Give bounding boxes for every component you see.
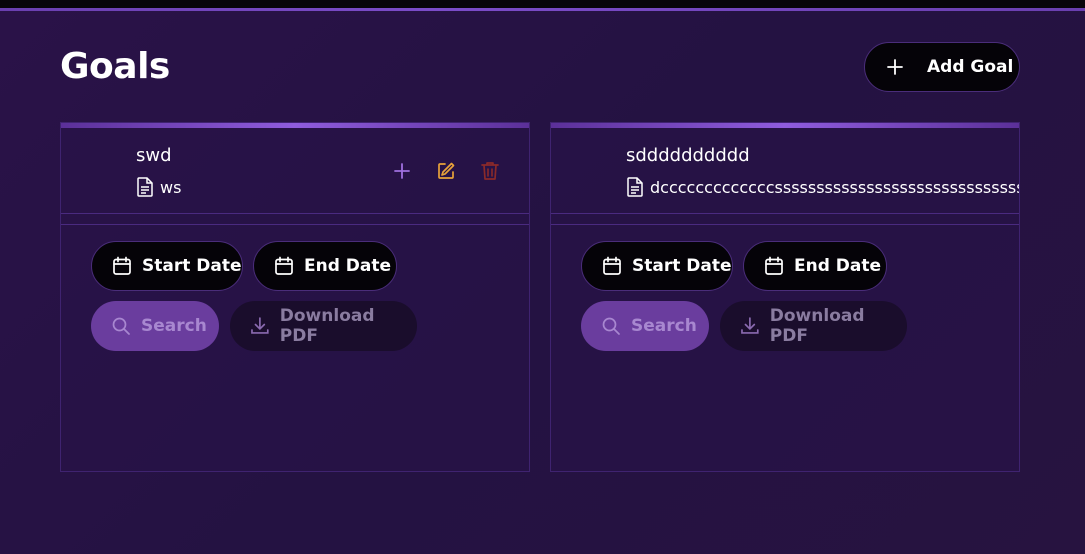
delete-goal-button[interactable]: [477, 158, 503, 184]
calendar-icon: [603, 256, 621, 275]
card-accent-bar: [551, 123, 1019, 128]
goal-description: ws: [136, 177, 181, 197]
goal-description-text: ws: [160, 177, 182, 197]
download-pdf-button[interactable]: Download PDF: [230, 301, 417, 351]
calendar-icon: [275, 256, 293, 275]
start-date-label: Start Date: [632, 256, 732, 276]
start-date-button[interactable]: Start Date: [581, 241, 733, 291]
search-icon: [112, 317, 130, 335]
goal-actions: [389, 158, 503, 184]
search-label: Search: [141, 316, 207, 336]
start-date-button[interactable]: Start Date: [91, 241, 243, 291]
search-label: Search: [631, 316, 697, 336]
divider: [551, 213, 1019, 214]
download-pdf-label: Download PDF: [769, 306, 865, 346]
divider: [551, 224, 1019, 225]
add-goal-label: Add Goal: [927, 57, 1014, 77]
document-icon: [627, 177, 643, 197]
goal-description-text: dcccccccccccccssssssssssssssssssssssssss…: [650, 177, 1020, 197]
document-icon: [137, 177, 153, 197]
divider: [61, 213, 529, 214]
search-icon: [602, 317, 620, 335]
window-top-bar: [0, 0, 1085, 8]
goal-card: sdddddddddd dcccccccccccccssssssssssssss…: [550, 122, 1020, 472]
card-accent-bar: [61, 123, 529, 128]
accent-line: [0, 8, 1085, 11]
end-date-label: End Date: [304, 256, 392, 276]
add-goal-button[interactable]: Add Goal: [864, 42, 1020, 92]
end-date-button[interactable]: End Date: [253, 241, 397, 291]
goal-description: dcccccccccccccssssssssssssssssssssssssss…: [626, 177, 1020, 197]
page-title: Goals: [60, 46, 170, 87]
edit-goal-button[interactable]: [433, 158, 459, 184]
divider: [61, 224, 529, 225]
start-date-label: Start Date: [142, 256, 242, 276]
download-pdf-button[interactable]: Download PDF: [720, 301, 907, 351]
calendar-icon: [113, 256, 131, 275]
download-pdf-label: Download PDF: [279, 306, 375, 346]
add-subgoal-button[interactable]: [389, 158, 415, 184]
goal-name: sdddddddddd: [626, 145, 750, 166]
download-icon: [251, 317, 269, 334]
search-button[interactable]: Search: [91, 301, 219, 351]
goal-name: swd: [136, 145, 172, 166]
goal-card: swd ws Start Date End Date Search Downlo…: [60, 122, 530, 472]
calendar-icon: [765, 256, 783, 275]
plus-icon: [887, 59, 903, 75]
plus-icon: [394, 163, 410, 179]
search-button[interactable]: Search: [581, 301, 709, 351]
end-date-button[interactable]: End Date: [743, 241, 887, 291]
download-icon: [741, 317, 759, 334]
edit-icon: [438, 162, 455, 179]
trash-icon: [481, 162, 499, 180]
end-date-label: End Date: [794, 256, 882, 276]
